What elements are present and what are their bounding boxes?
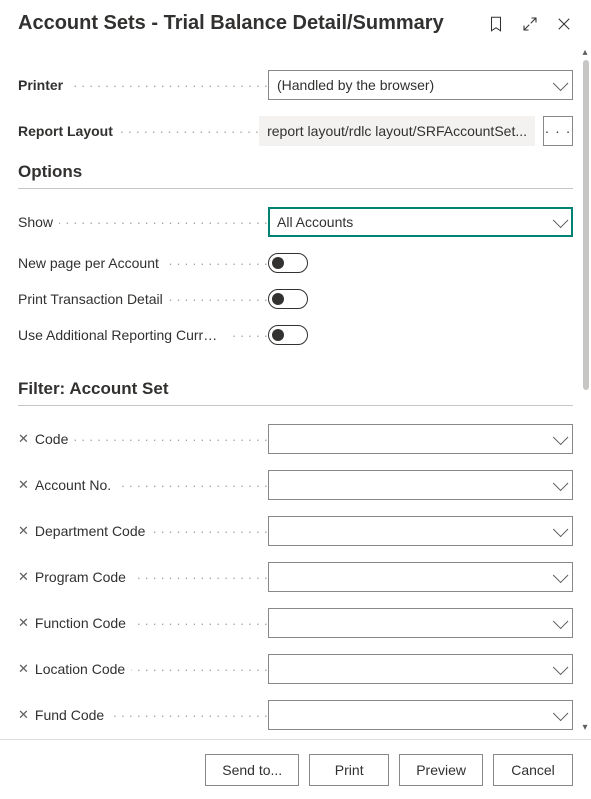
show-select[interactable]: All Accounts — [268, 207, 573, 237]
filter-account_no-label: Account No. — [35, 477, 117, 493]
preview-button[interactable]: Preview — [399, 754, 483, 786]
remove-filter-function_code-icon[interactable]: ✕ — [18, 615, 31, 631]
close-icon[interactable] — [555, 15, 573, 33]
use-addl-label: Use Additional Reporting Curre... — [18, 327, 228, 343]
options-rule — [18, 188, 573, 189]
filter-section-header: Filter: Account Set — [18, 379, 573, 399]
report-layout-label: Report Layout — [18, 123, 119, 139]
report-layout-value: report layout/rdlc layout/SRFAccountSet.… — [259, 116, 535, 146]
page-title: Account Sets - Trial Balance Detail/Summ… — [18, 12, 444, 35]
show-label: Show — [18, 214, 59, 230]
remove-filter-account_no-icon[interactable]: ✕ — [18, 477, 31, 493]
scroll-up-icon[interactable]: ▴ — [579, 46, 591, 58]
filter-program_code-label: Program Code — [35, 569, 132, 585]
remove-filter-location_code-icon[interactable]: ✕ — [18, 661, 31, 677]
show-value: All Accounts — [277, 214, 547, 230]
remove-filter-code-icon[interactable]: ✕ — [18, 431, 31, 447]
filter-code-label: Code — [35, 431, 74, 447]
filter-rule — [18, 405, 573, 406]
filter-code-select[interactable] — [268, 424, 573, 454]
cancel-button[interactable]: Cancel — [493, 754, 573, 786]
content-scroll[interactable]: Printer (Handled by the browser) Report … — [0, 50, 591, 739]
filter-function_code-select[interactable] — [268, 608, 573, 638]
scroll-down-icon[interactable]: ▾ — [579, 721, 591, 733]
filter-department_code-label: Department Code — [35, 523, 152, 539]
use-addl-toggle[interactable] — [268, 325, 308, 345]
printer-label: Printer — [18, 77, 69, 93]
report-layout-lookup-button[interactable]: · · · — [543, 116, 573, 146]
options-section-header: Options — [18, 162, 573, 182]
filter-account_no-select[interactable] — [268, 470, 573, 500]
remove-filter-program_code-icon[interactable]: ✕ — [18, 569, 31, 585]
new-page-label: New page per Account — [18, 255, 165, 271]
new-page-toggle[interactable] — [268, 253, 308, 273]
printer-select[interactable]: (Handled by the browser) — [268, 70, 573, 100]
bookmark-icon[interactable] — [487, 15, 505, 33]
filter-fund_code-select[interactable] — [268, 700, 573, 730]
filter-department_code-select[interactable] — [268, 516, 573, 546]
print-detail-toggle[interactable] — [268, 289, 308, 309]
print-detail-label: Print Transaction Detail — [18, 291, 169, 307]
filter-location_code-select[interactable] — [268, 654, 573, 684]
filter-function_code-label: Function Code — [35, 615, 132, 631]
print-button[interactable]: Print — [309, 754, 389, 786]
printer-value: (Handled by the browser) — [277, 77, 547, 93]
send-to-button[interactable]: Send to... — [205, 754, 299, 786]
remove-filter-department_code-icon[interactable]: ✕ — [18, 523, 31, 539]
expand-icon[interactable] — [521, 15, 539, 33]
remove-filter-fund_code-icon[interactable]: ✕ — [18, 707, 31, 723]
scrollbar-thumb[interactable] — [583, 60, 589, 390]
filter-fund_code-label: Fund Code — [35, 707, 110, 723]
filter-program_code-select[interactable] — [268, 562, 573, 592]
filter-location_code-label: Location Code — [35, 661, 131, 677]
